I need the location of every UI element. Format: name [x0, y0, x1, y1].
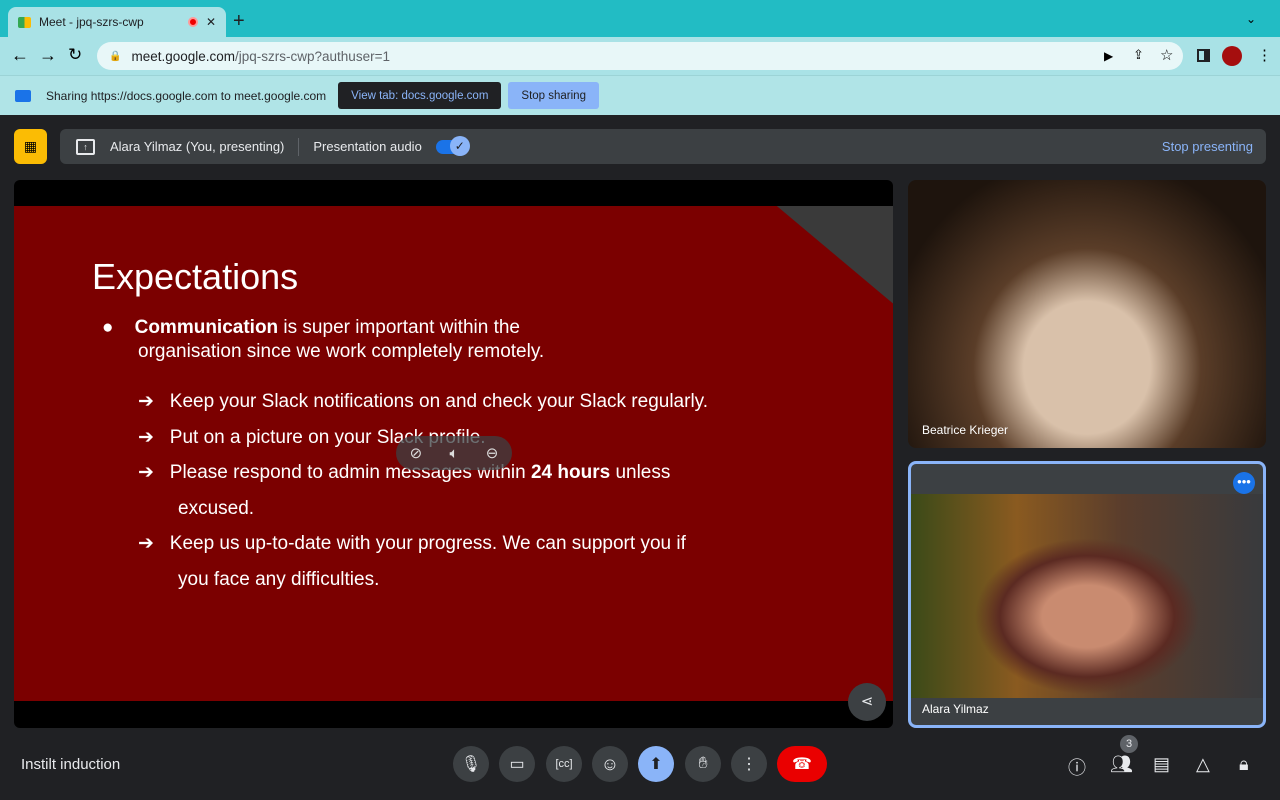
meet-logo-icon — [18, 16, 31, 28]
presentation-audio-label: Presentation audio — [313, 139, 422, 154]
participant-video — [911, 494, 1263, 698]
browser-tab[interactable]: Meet - jpq-szrs-cwp ✕ — [8, 7, 226, 37]
volume-icon[interactable]: 🔈︎ — [449, 445, 458, 462]
camera-button[interactable]: ▭ — [499, 746, 535, 782]
participant-tile-beatrice[interactable]: Beatrice Krieger — [908, 180, 1266, 448]
recording-icon — [187, 17, 198, 27]
tab-search-icon[interactable]: ⌄ — [1246, 12, 1256, 26]
reload-icon[interactable]: ↻ — [68, 45, 82, 65]
profile-avatar[interactable] — [1222, 46, 1242, 66]
stop-sharing-button[interactable]: Stop sharing — [508, 82, 599, 109]
slide-bullet: ● Communication is super important withi… — [102, 317, 545, 362]
tab-title: Meet - jpq-szrs-cwp — [39, 15, 144, 29]
bookmark-star-icon[interactable]: ☆ — [1160, 46, 1173, 64]
camera-icon[interactable]: ▶ — [1104, 49, 1113, 63]
screen-share-icon — [15, 89, 31, 102]
raise-hand-button[interactable]: ✋︎ — [685, 746, 721, 782]
chat-icon[interactable]: ▤ — [1153, 754, 1170, 775]
people-icon[interactable]: 👥︎ — [1110, 754, 1133, 775]
new-tab-button[interactable]: + — [233, 10, 245, 33]
forward-icon[interactable]: → — [39, 45, 57, 66]
end-call-button[interactable]: ☎︎ — [777, 746, 827, 782]
host-controls-icon[interactable]: 🔒︎ — [1239, 754, 1249, 775]
side-panel-icon[interactable] — [1197, 49, 1210, 62]
close-tab-icon[interactable]: ✕ — [206, 15, 216, 29]
activities-icon[interactable]: △ — [1196, 754, 1210, 775]
address-bar[interactable]: 🔒 meet.google.com/jpq-szrs-cwp?authuser=… — [97, 42, 1183, 70]
more-options-icon[interactable]: ⋮ — [731, 746, 767, 782]
presentation-view: Expectations ● Communication is super im… — [14, 180, 893, 728]
slide-title: Expectations — [92, 256, 299, 297]
present-button[interactable]: ⬆ — [638, 746, 674, 782]
back-icon[interactable]: ← — [11, 45, 29, 66]
more-options-button[interactable]: ••• — [1233, 472, 1255, 494]
view-tab-button[interactable]: View tab: docs.google.com — [338, 82, 502, 109]
presenting-badge-icon: ▦ — [14, 129, 47, 164]
sharing-text: Sharing https://docs.google.com to meet.… — [46, 88, 327, 103]
info-icon[interactable]: ⓘ — [1068, 754, 1086, 780]
participant-tile-alara[interactable]: ••• Alara Yilmaz — [908, 461, 1266, 728]
url: meet.google.com/jpq-szrs-cwp?authuser=1 — [131, 48, 390, 64]
stop-presenting-button[interactable]: Stop presenting — [1162, 139, 1253, 154]
participant-name: Beatrice Krieger — [922, 423, 1009, 437]
sharing-infobar: Sharing https://docs.google.com to meet.… — [0, 75, 1280, 115]
presentation-audio-toggle[interactable]: ✓ — [435, 135, 470, 156]
slide: Expectations ● Communication is super im… — [14, 206, 893, 701]
share-button[interactable]: ⋖ — [848, 683, 886, 721]
lock-icon: 🔒 — [109, 50, 122, 62]
menu-icon[interactable]: ⋮ — [1257, 46, 1272, 64]
unpin-icon[interactable]: ⊘ — [410, 444, 423, 462]
slide-corner-decoration — [763, 206, 893, 350]
presentation-bar: ↑ Alara Yilmaz (You, presenting) Present… — [60, 129, 1266, 164]
participant-name: Alara Yilmaz — [922, 702, 989, 716]
captions-button[interactable]: [cc] — [546, 746, 582, 782]
meeting-name: Instilt induction — [21, 756, 121, 773]
people-count-badge: 3 — [1120, 735, 1138, 753]
microphone-button[interactable]: 🎙︎ — [453, 746, 489, 782]
divider — [298, 137, 300, 156]
share-icon[interactable]: ⇪ — [1133, 47, 1144, 63]
slide-subitems: ➔ Keep your Slack notifications on and c… — [138, 391, 709, 590]
presenter-name: Alara Yilmaz (You, presenting) — [110, 139, 285, 154]
presentation-hover-controls: ⊘ 🔈︎ ⊖ — [396, 436, 512, 470]
emoji-button[interactable]: ☺ — [592, 746, 628, 782]
present-icon: ↑ — [76, 138, 95, 155]
check-icon: ✓ — [449, 135, 470, 156]
remove-icon[interactable]: ⊖ — [486, 444, 499, 462]
